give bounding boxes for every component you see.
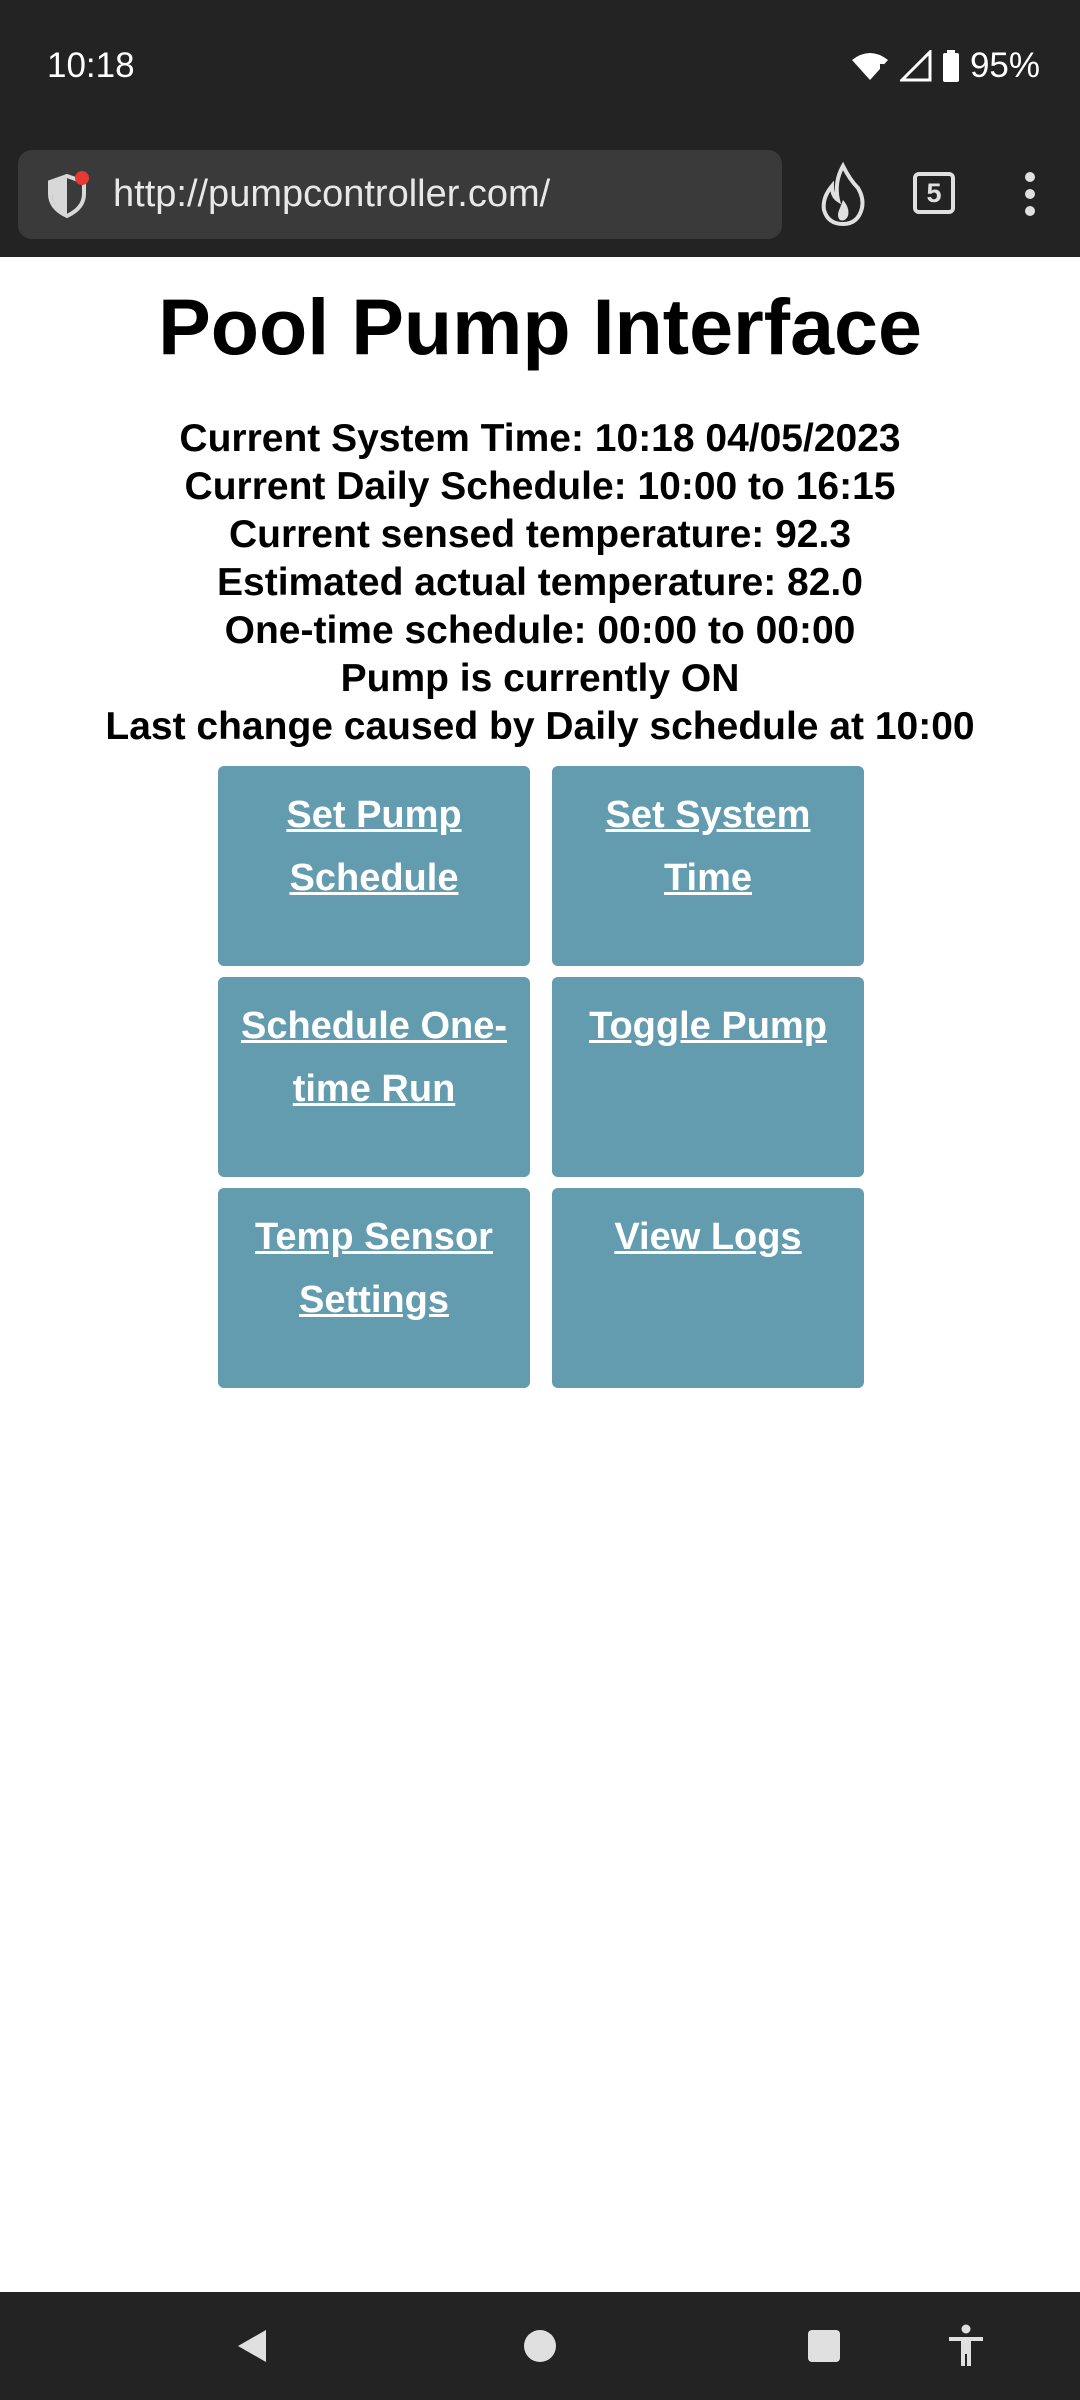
- home-circle-icon[interactable]: [522, 2328, 558, 2364]
- last-change-line: Last change caused by Daily schedule at …: [105, 705, 975, 748]
- tracking-protection-shield-icon[interactable]: [42, 170, 92, 220]
- url-text[interactable]: http://pumpcontroller.com/: [113, 150, 550, 239]
- recents-square-icon[interactable]: [806, 2328, 842, 2364]
- toggle-pump-link[interactable]: Toggle Pump: [562, 995, 854, 1058]
- back-triangle-icon[interactable]: [232, 2326, 272, 2366]
- temp-sensor-settings-link[interactable]: Temp Sensor Settings: [228, 1206, 520, 1332]
- set-pump-schedule-tile[interactable]: Set Pump Schedule: [218, 766, 530, 966]
- status-bar: 10:18 95%: [0, 0, 1080, 135]
- toggle-pump-tile[interactable]: Toggle Pump: [552, 977, 864, 1177]
- wifi-icon: [851, 53, 888, 80]
- status-info: Current System Time: 10:18 04/05/2023 Cu…: [0, 415, 1080, 751]
- kebab-menu-icon[interactable]: [1010, 165, 1050, 225]
- page-title: Pool Pump Interface: [158, 282, 922, 371]
- one-time-schedule-line: One-time schedule: 00:00 to 00:00: [224, 609, 856, 652]
- daily-schedule-line: Current Daily Schedule: 10:00 to 16:15: [184, 465, 896, 508]
- set-pump-schedule-link[interactable]: Set Pump Schedule: [228, 784, 520, 910]
- recents-button[interactable]: [806, 2292, 842, 2400]
- system-time-line: Current System Time: 10:18 04/05/2023: [179, 417, 901, 460]
- pump-state-line: Pump is currently ON: [340, 657, 740, 700]
- url-bar[interactable]: http://pumpcontroller.com/: [18, 150, 782, 239]
- schedule-one-time-run-link[interactable]: Schedule One-time Run: [228, 995, 520, 1121]
- accessibility-icon[interactable]: [946, 2324, 986, 2368]
- fire-icon[interactable]: [818, 160, 868, 230]
- sensed-temperature-line: Current sensed temperature: 92.3: [228, 513, 852, 556]
- status-icons: 95%: [850, 44, 1040, 88]
- battery-icon: [942, 50, 959, 82]
- set-system-time-link[interactable]: Set System Time: [562, 784, 854, 910]
- tab-counter-button[interactable]: 5: [913, 172, 955, 214]
- battery-percent: 95%: [969, 46, 1040, 85]
- accessibility-button[interactable]: [946, 2292, 986, 2400]
- view-logs-link[interactable]: View Logs: [562, 1206, 854, 1269]
- temp-sensor-settings-tile[interactable]: Temp Sensor Settings: [218, 1188, 530, 1388]
- browser-toolbar: http://pumpcontroller.com/ 5: [0, 135, 1080, 257]
- signal-icon: [899, 50, 932, 82]
- schedule-one-time-run-tile[interactable]: Schedule One-time Run: [218, 977, 530, 1177]
- page-content: Pool Pump Interface Current System Time:…: [0, 257, 1080, 2292]
- view-logs-tile[interactable]: View Logs: [552, 1188, 864, 1388]
- home-button[interactable]: [522, 2292, 558, 2400]
- system-navigation-bar: [0, 2292, 1080, 2400]
- back-button[interactable]: [232, 2292, 272, 2400]
- set-system-time-tile[interactable]: Set System Time: [552, 766, 864, 966]
- estimated-temperature-line: Estimated actual temperature: 82.0: [217, 561, 863, 604]
- status-time: 10:18: [47, 46, 135, 85]
